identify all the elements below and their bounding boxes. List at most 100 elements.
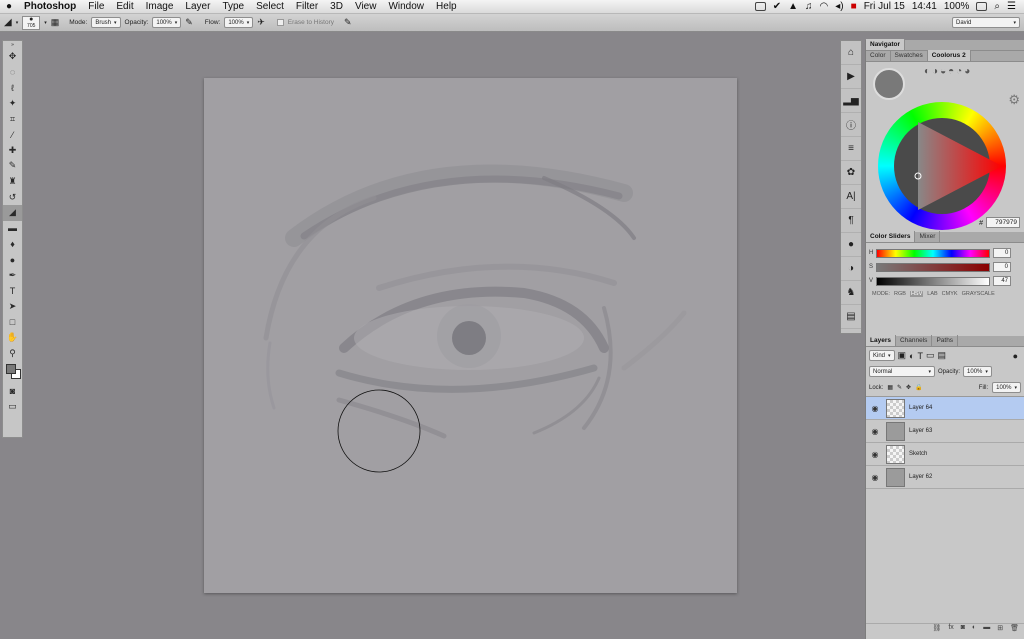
tab-paths[interactable]: Paths — [932, 335, 959, 346]
tab-swatches[interactable]: Swatches — [891, 50, 928, 61]
filter-shape-icon[interactable]: ▭ — [926, 350, 935, 361]
mode-hsv[interactable]: HSV — [909, 291, 924, 297]
foreground-swatch[interactable] — [6, 363, 16, 374]
pressure-opacity-icon[interactable]: ✎ — [185, 17, 193, 28]
layer-row[interactable]: ◉ Layer 64 — [866, 397, 1024, 420]
tab-layers[interactable]: Layers — [866, 335, 896, 346]
battery-percent[interactable]: 100% — [944, 1, 970, 12]
quick-mask-icon[interactable]: ◙ — [3, 383, 22, 399]
menu-time[interactable]: 14:41 — [912, 1, 937, 12]
opacity-field[interactable]: 100% ▾ — [152, 17, 182, 28]
list-icon[interactable]: ☰ — [1007, 1, 1016, 12]
flow-field[interactable]: 100% ▾ — [224, 17, 254, 28]
dodge-tool-icon[interactable]: ● — [3, 252, 22, 268]
histogram-panel-icon[interactable]: ▂▅ — [841, 89, 861, 113]
mode-rgb[interactable]: RGB — [894, 291, 906, 297]
visibility-eye-icon[interactable]: ◉ — [866, 450, 884, 459]
check-circle-icon[interactable]: ✔ — [773, 1, 781, 12]
mode-select[interactable]: Brush ▾ — [91, 17, 121, 28]
menu-help[interactable]: Help — [430, 1, 463, 12]
blur-tool-icon[interactable]: ♦ — [3, 236, 22, 252]
path-select-tool-icon[interactable]: ➤ — [3, 299, 22, 315]
marquee-tool-icon[interactable]: ◌ — [3, 65, 22, 81]
document-canvas[interactable] — [204, 78, 737, 593]
adjustments-panel-icon[interactable]: ≡ — [841, 137, 861, 161]
eraser-tool-icon[interactable]: ◢ — [4, 17, 12, 28]
styles-panel-icon[interactable]: ◑ — [841, 257, 861, 281]
mode-cmyk[interactable]: CMYK — [942, 291, 958, 297]
menu-3d[interactable]: 3D — [324, 1, 349, 12]
workspace-select[interactable]: David ▾ — [952, 17, 1020, 28]
sound-icon[interactable]: ◂) — [835, 1, 843, 12]
kuler-panel-icon[interactable]: ● — [841, 233, 861, 257]
clone-source-panel-icon[interactable]: ♞ — [841, 281, 861, 305]
type-tool-icon[interactable]: T — [3, 283, 22, 299]
wifi-icon[interactable]: ◠ — [820, 1, 829, 12]
delete-layer-icon[interactable]: 🗑 — [1010, 624, 1019, 635]
lock-pixels-icon[interactable]: ✎ — [897, 384, 902, 391]
hex-value[interactable]: 797979 — [986, 217, 1020, 228]
new-layer-icon[interactable]: ⊞ — [997, 624, 1003, 635]
color-wheel[interactable] — [878, 102, 1006, 230]
menu-date[interactable]: Fri Jul 15 — [864, 1, 905, 12]
stamp-tool-icon[interactable]: ♜ — [3, 174, 22, 190]
eraser-tool-icon[interactable]: ◢ — [3, 204, 22, 221]
value-value[interactable]: 47 — [993, 276, 1012, 286]
healing-tool-icon[interactable]: ✚ — [3, 143, 22, 159]
brush-presets-panel-icon[interactable]: ✿ — [841, 161, 861, 185]
history-brush-tool-icon[interactable]: ↺ — [3, 189, 22, 205]
history-panel-icon[interactable]: ⌂ — [841, 41, 861, 65]
layer-kind-select[interactable]: Kind ▾ — [869, 350, 895, 361]
menu-window[interactable]: Window — [382, 1, 430, 12]
menu-layer[interactable]: Layer — [179, 1, 216, 12]
move-tool-icon[interactable]: ✥ — [3, 49, 22, 65]
adjustment-layer-icon[interactable]: ◐ — [972, 624, 976, 635]
battery-icon[interactable] — [976, 2, 988, 11]
screen-mode-icon[interactable]: ▭ — [3, 398, 22, 414]
color-swatches[interactable] — [3, 361, 22, 383]
pen-tool-icon[interactable]: ✒ — [3, 267, 22, 283]
tab-mixer[interactable]: Mixer — [915, 231, 941, 242]
saturation-value[interactable]: 0 — [993, 262, 1012, 272]
pressure-size-icon[interactable]: ✎ — [344, 17, 352, 28]
character-panel-icon[interactable]: A| — [841, 185, 861, 209]
add-mask-icon[interactable]: ◙ — [961, 624, 965, 635]
brush-caret[interactable]: ▾ — [44, 20, 47, 26]
lock-all-icon[interactable]: 🔒 — [915, 384, 922, 391]
apple-menu-icon[interactable]: ● — [0, 1, 18, 12]
filter-smart-icon[interactable]: ▤ — [938, 350, 947, 361]
hue-slider[interactable] — [876, 248, 991, 258]
erase-history-checkbox[interactable] — [276, 19, 284, 26]
tab-channels[interactable]: Channels — [896, 335, 933, 346]
menu-select[interactable]: Select — [250, 1, 290, 12]
tab-coolorus[interactable]: Coolorus 2 — [927, 50, 971, 61]
value-slider[interactable] — [876, 276, 991, 286]
brush-panel-icon[interactable]: ▦ — [51, 17, 60, 28]
saturation-triangle[interactable] — [878, 102, 1006, 230]
lock-position-icon[interactable]: ✥ — [906, 384, 911, 391]
blend-mode-select[interactable]: Normal ▾ — [869, 366, 935, 377]
layer-row[interactable]: ◉ Layer 62 — [866, 466, 1024, 489]
color-presets-row[interactable]: ◐◑◒◓◔◕ — [924, 66, 972, 77]
menu-app[interactable]: Photoshop — [18, 1, 82, 12]
menu-image[interactable]: Image — [140, 1, 180, 12]
shape-tool-icon[interactable]: □ — [3, 314, 22, 330]
menu-edit[interactable]: Edit — [110, 1, 139, 12]
menu-file[interactable]: File — [82, 1, 110, 12]
visibility-eye-icon[interactable]: ◉ — [866, 473, 884, 482]
tool-preset-caret[interactable]: ▾ — [16, 20, 19, 26]
screen-icon[interactable] — [754, 2, 766, 11]
settings-gear-icon[interactable]: ⚙ — [1008, 92, 1020, 108]
brush-preset-picker[interactable]: ● 705 — [22, 15, 41, 30]
airbrush-icon[interactable]: ✈ — [257, 17, 265, 28]
adobe-icon[interactable]: ▲ — [788, 1, 798, 12]
filter-toggle-icon[interactable]: ● — [1013, 351, 1018, 361]
mode-grayscale[interactable]: GRAYSCALE — [962, 291, 995, 297]
search-icon[interactable]: ⌕ — [994, 1, 1000, 12]
menu-type[interactable]: Type — [216, 1, 250, 12]
filter-type-icon[interactable]: T — [917, 351, 923, 361]
lock-transparent-icon[interactable]: ▦ — [887, 384, 893, 391]
gradient-tool-icon[interactable]: ▬ — [3, 221, 22, 237]
lasso-tool-icon[interactable]: ℓ — [3, 80, 22, 96]
notes-panel-icon[interactable]: ▤ — [841, 305, 861, 329]
